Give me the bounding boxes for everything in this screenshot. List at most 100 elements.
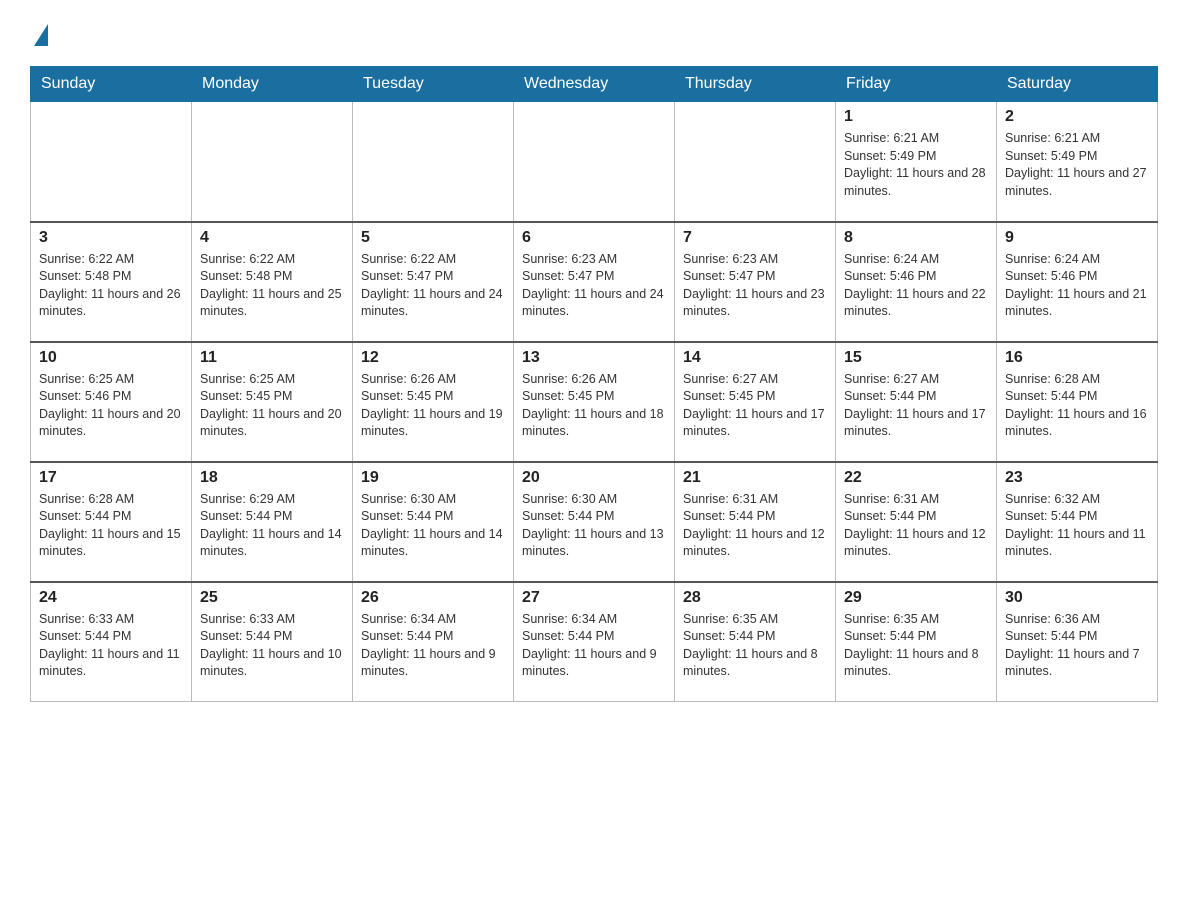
calendar-table: SundayMondayTuesdayWednesdayThursdayFrid… <box>30 66 1158 702</box>
calendar-day-cell: 27 Sunrise: 6:34 AMSunset: 5:44 PMDayligh… <box>514 582 675 702</box>
calendar-day-cell: 9 Sunrise: 6:24 AMSunset: 5:46 PMDaylight… <box>997 222 1158 342</box>
day-info: Sunrise: 6:34 AMSunset: 5:44 PMDaylight:… <box>361 611 505 681</box>
day-number: 1 <box>844 108 988 126</box>
calendar-day-cell: 6 Sunrise: 6:23 AMSunset: 5:47 PMDaylight… <box>514 222 675 342</box>
calendar-day-cell: 2 Sunrise: 6:21 AMSunset: 5:49 PMDaylight… <box>997 102 1158 222</box>
day-info: Sunrise: 6:35 AMSunset: 5:44 PMDaylight:… <box>844 611 988 681</box>
calendar-day-cell: 12 Sunrise: 6:26 AMSunset: 5:45 PMDayligh… <box>353 342 514 462</box>
day-info: Sunrise: 6:24 AMSunset: 5:46 PMDaylight:… <box>844 251 988 321</box>
day-info: Sunrise: 6:22 AMSunset: 5:47 PMDaylight:… <box>361 251 505 321</box>
day-info: Sunrise: 6:21 AMSunset: 5:49 PMDaylight:… <box>844 130 988 200</box>
day-info: Sunrise: 6:27 AMSunset: 5:44 PMDaylight:… <box>844 371 988 441</box>
day-number: 24 <box>39 589 183 607</box>
day-number: 26 <box>361 589 505 607</box>
calendar-day-cell: 20 Sunrise: 6:30 AMSunset: 5:44 PMDayligh… <box>514 462 675 582</box>
day-info: Sunrise: 6:32 AMSunset: 5:44 PMDaylight:… <box>1005 491 1149 561</box>
calendar-day-cell: 23 Sunrise: 6:32 AMSunset: 5:44 PMDayligh… <box>997 462 1158 582</box>
day-info: Sunrise: 6:33 AMSunset: 5:44 PMDaylight:… <box>200 611 344 681</box>
day-info: Sunrise: 6:31 AMSunset: 5:44 PMDaylight:… <box>683 491 827 561</box>
day-info: Sunrise: 6:23 AMSunset: 5:47 PMDaylight:… <box>522 251 666 321</box>
day-number: 2 <box>1005 108 1149 126</box>
day-info: Sunrise: 6:22 AMSunset: 5:48 PMDaylight:… <box>200 251 344 321</box>
day-number: 9 <box>1005 229 1149 247</box>
day-info: Sunrise: 6:36 AMSunset: 5:44 PMDaylight:… <box>1005 611 1149 681</box>
day-info: Sunrise: 6:30 AMSunset: 5:44 PMDaylight:… <box>361 491 505 561</box>
day-number: 23 <box>1005 469 1149 487</box>
day-info: Sunrise: 6:27 AMSunset: 5:45 PMDaylight:… <box>683 371 827 441</box>
day-number: 10 <box>39 349 183 367</box>
day-number: 29 <box>844 589 988 607</box>
day-number: 12 <box>361 349 505 367</box>
day-number: 8 <box>844 229 988 247</box>
weekday-header-monday: Monday <box>192 67 353 102</box>
calendar-day-cell: 24 Sunrise: 6:33 AMSunset: 5:44 PMDayligh… <box>31 582 192 702</box>
day-info: Sunrise: 6:26 AMSunset: 5:45 PMDaylight:… <box>522 371 666 441</box>
calendar-week-3: 10 Sunrise: 6:25 AMSunset: 5:46 PMDayligh… <box>31 342 1158 462</box>
day-info: Sunrise: 6:26 AMSunset: 5:45 PMDaylight:… <box>361 371 505 441</box>
day-number: 19 <box>361 469 505 487</box>
calendar-day-cell <box>514 102 675 222</box>
weekday-header-tuesday: Tuesday <box>353 67 514 102</box>
calendar-day-cell: 14Sunrise: 6:27 AMSunset: 5:45 PMDayligh… <box>675 342 836 462</box>
day-number: 15 <box>844 349 988 367</box>
weekday-header-thursday: Thursday <box>675 67 836 102</box>
calendar-day-cell: 4Sunrise: 6:22 AMSunset: 5:48 PMDaylight… <box>192 222 353 342</box>
calendar-day-cell <box>192 102 353 222</box>
calendar-day-cell: 30 Sunrise: 6:36 AMSunset: 5:44 PMDayligh… <box>997 582 1158 702</box>
day-info: Sunrise: 6:24 AMSunset: 5:46 PMDaylight:… <box>1005 251 1149 321</box>
calendar-week-2: 3Sunrise: 6:22 AMSunset: 5:48 PMDaylight… <box>31 222 1158 342</box>
calendar-day-cell: 13 Sunrise: 6:26 AMSunset: 5:45 PMDayligh… <box>514 342 675 462</box>
day-number: 20 <box>522 469 666 487</box>
calendar-day-cell <box>675 102 836 222</box>
weekday-header-saturday: Saturday <box>997 67 1158 102</box>
calendar-day-cell: 18 Sunrise: 6:29 AMSunset: 5:44 PMDayligh… <box>192 462 353 582</box>
day-info: Sunrise: 6:21 AMSunset: 5:49 PMDaylight:… <box>1005 130 1149 200</box>
page-header <box>30 20 1158 46</box>
day-info: Sunrise: 6:33 AMSunset: 5:44 PMDaylight:… <box>39 611 183 681</box>
day-number: 17 <box>39 469 183 487</box>
day-number: 18 <box>200 469 344 487</box>
day-number: 27 <box>522 589 666 607</box>
calendar-day-cell: 10 Sunrise: 6:25 AMSunset: 5:46 PMDayligh… <box>31 342 192 462</box>
day-number: 21 <box>683 469 827 487</box>
day-info: Sunrise: 6:28 AMSunset: 5:44 PMDaylight:… <box>1005 371 1149 441</box>
day-number: 30 <box>1005 589 1149 607</box>
day-info: Sunrise: 6:35 AMSunset: 5:44 PMDaylight:… <box>683 611 827 681</box>
calendar-day-cell: 26 Sunrise: 6:34 AMSunset: 5:44 PMDayligh… <box>353 582 514 702</box>
weekday-header-friday: Friday <box>836 67 997 102</box>
calendar-week-5: 24 Sunrise: 6:33 AMSunset: 5:44 PMDayligh… <box>31 582 1158 702</box>
day-info: Sunrise: 6:28 AMSunset: 5:44 PMDaylight:… <box>39 491 183 561</box>
calendar-day-cell: 21 Sunrise: 6:31 AMSunset: 5:44 PMDayligh… <box>675 462 836 582</box>
calendar-day-cell: 22Sunrise: 6:31 AMSunset: 5:44 PMDayligh… <box>836 462 997 582</box>
calendar-day-cell: 19 Sunrise: 6:30 AMSunset: 5:44 PMDayligh… <box>353 462 514 582</box>
day-number: 25 <box>200 589 344 607</box>
calendar-day-cell: 25 Sunrise: 6:33 AMSunset: 5:44 PMDayligh… <box>192 582 353 702</box>
weekday-header-row: SundayMondayTuesdayWednesdayThursdayFrid… <box>31 67 1158 102</box>
calendar-day-cell: 1 Sunrise: 6:21 AMSunset: 5:49 PMDaylight… <box>836 102 997 222</box>
calendar-day-cell: 29 Sunrise: 6:35 AMSunset: 5:44 PMDayligh… <box>836 582 997 702</box>
calendar-day-cell: 17 Sunrise: 6:28 AMSunset: 5:44 PMDayligh… <box>31 462 192 582</box>
day-number: 28 <box>683 589 827 607</box>
calendar-day-cell <box>353 102 514 222</box>
calendar-day-cell: 7 Sunrise: 6:23 AMSunset: 5:47 PMDaylight… <box>675 222 836 342</box>
logo-top <box>30 20 48 46</box>
calendar-day-cell: 28 Sunrise: 6:35 AMSunset: 5:44 PMDayligh… <box>675 582 836 702</box>
calendar-day-cell: 5 Sunrise: 6:22 AMSunset: 5:47 PMDaylight… <box>353 222 514 342</box>
day-info: Sunrise: 6:29 AMSunset: 5:44 PMDaylight:… <box>200 491 344 561</box>
calendar-week-4: 17 Sunrise: 6:28 AMSunset: 5:44 PMDayligh… <box>31 462 1158 582</box>
day-number: 13 <box>522 349 666 367</box>
calendar-week-1: 1 Sunrise: 6:21 AMSunset: 5:49 PMDaylight… <box>31 102 1158 222</box>
weekday-header-sunday: Sunday <box>31 67 192 102</box>
logo-triangle-icon <box>34 24 48 46</box>
day-number: 7 <box>683 229 827 247</box>
day-number: 6 <box>522 229 666 247</box>
day-info: Sunrise: 6:23 AMSunset: 5:47 PMDaylight:… <box>683 251 827 321</box>
day-info: Sunrise: 6:34 AMSunset: 5:44 PMDaylight:… <box>522 611 666 681</box>
day-number: 16 <box>1005 349 1149 367</box>
logo <box>30 20 48 46</box>
day-info: Sunrise: 6:25 AMSunset: 5:46 PMDaylight:… <box>39 371 183 441</box>
day-info: Sunrise: 6:30 AMSunset: 5:44 PMDaylight:… <box>522 491 666 561</box>
day-info: Sunrise: 6:22 AMSunset: 5:48 PMDaylight:… <box>39 251 183 321</box>
day-number: 5 <box>361 229 505 247</box>
day-info: Sunrise: 6:25 AMSunset: 5:45 PMDaylight:… <box>200 371 344 441</box>
